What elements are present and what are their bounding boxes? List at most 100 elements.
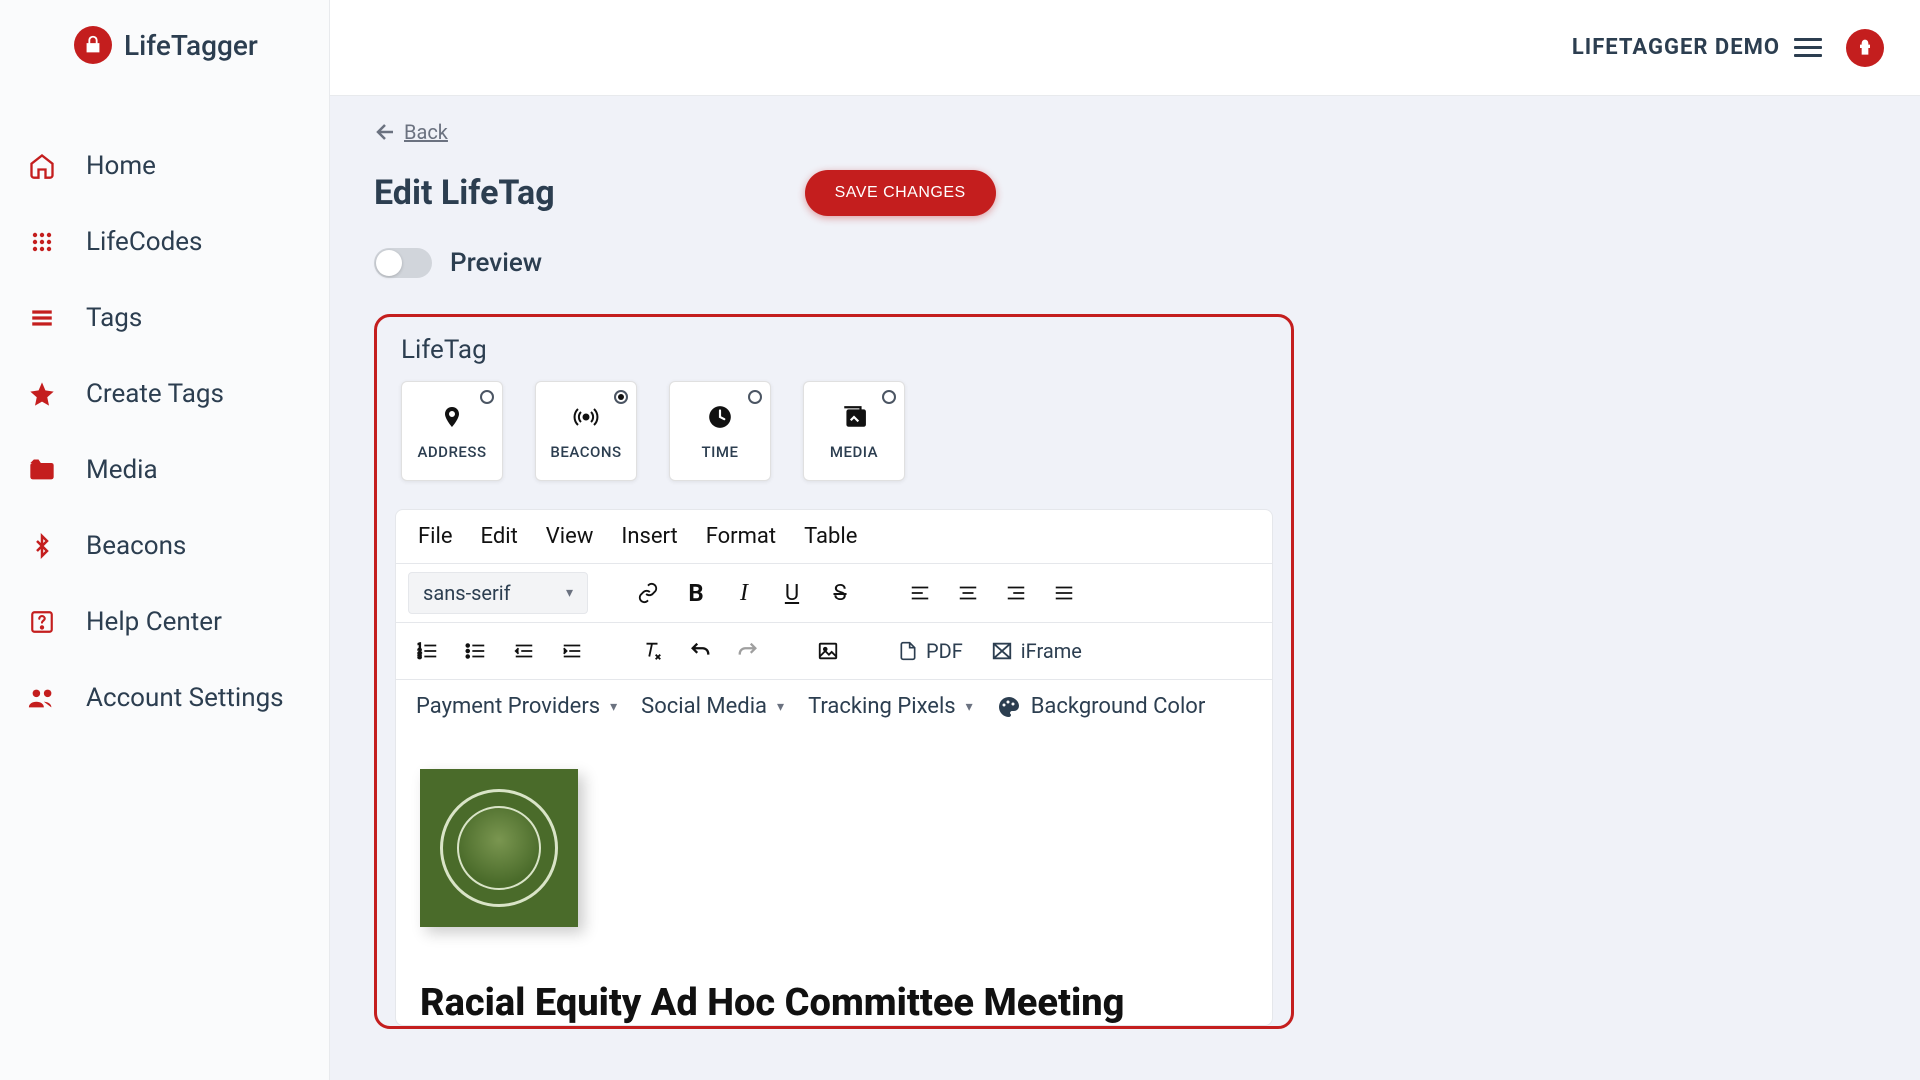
editor-toolbar-2: 123 PDF <box>396 622 1272 679</box>
seal-image <box>420 769 578 927</box>
svg-text:3: 3 <box>418 652 422 660</box>
rich-text-editor: File Edit View Insert Format Table sans-… <box>395 509 1273 1026</box>
radio-icon <box>882 390 896 404</box>
editor-menubar: File Edit View Insert Format Table <box>396 510 1272 563</box>
sidebar-item-label: Account Settings <box>86 683 284 713</box>
sidebar-item-label: Media <box>86 455 158 485</box>
menu-edit[interactable]: Edit <box>481 524 518 549</box>
sidebar-item-tags[interactable]: Tags <box>0 280 329 356</box>
bold-button[interactable]: B <box>676 573 716 613</box>
underline-button[interactable]: U <box>772 573 812 613</box>
pdf-label: PDF <box>926 639 963 663</box>
sidebar-item-label: LifeCodes <box>86 227 202 257</box>
document-heading: Racial Equity Ad Hoc Committee Meeting <box>420 981 1248 1025</box>
menu-file[interactable]: File <box>418 524 453 549</box>
tile-label: TIME <box>702 443 739 461</box>
sidebar-item-lifecodes[interactable]: LifeCodes <box>0 204 329 280</box>
indent-button[interactable] <box>552 631 592 671</box>
menu-icon[interactable] <box>1794 38 1822 57</box>
align-left-button[interactable] <box>900 573 940 613</box>
sidebar-item-media[interactable]: Media <box>0 432 329 508</box>
align-center-button[interactable] <box>948 573 988 613</box>
menu-format[interactable]: Format <box>706 524 776 549</box>
home-icon <box>26 150 58 182</box>
payment-providers-dropdown[interactable]: Payment Providers ▾ <box>408 688 625 725</box>
arrow-left-icon <box>374 120 398 144</box>
align-justify-button[interactable] <box>1044 573 1084 613</box>
unordered-list-button[interactable] <box>456 631 496 671</box>
topbar: LIFETAGGER DEMO <box>330 0 1920 96</box>
tile-group: ADDRESS BEACONS TIME <box>401 381 1273 481</box>
sidebar-item-account-settings[interactable]: Account Settings <box>0 660 329 736</box>
background-color-button[interactable]: Background Color <box>989 688 1214 725</box>
broadcast-icon <box>571 401 601 433</box>
tile-address[interactable]: ADDRESS <box>401 381 503 481</box>
sidebar-item-beacons[interactable]: Beacons <box>0 508 329 584</box>
content: Back Edit LifeTag SAVE CHANGES Preview L… <box>330 96 1920 1080</box>
bluetooth-icon <box>26 530 58 562</box>
grid-dots-icon <box>26 226 58 258</box>
social-media-dropdown[interactable]: Social Media ▾ <box>633 688 792 725</box>
back-label: Back <box>404 120 448 144</box>
align-right-button[interactable] <box>996 573 1036 613</box>
lines-icon <box>26 302 58 334</box>
radio-icon <box>748 390 762 404</box>
star-icon <box>26 378 58 410</box>
org-name: LIFETAGGER DEMO <box>1572 35 1780 60</box>
radio-icon <box>614 390 628 404</box>
menu-insert[interactable]: Insert <box>621 524 677 549</box>
sidebar-nav: Home LifeCodes Tags Create Tags Media Be… <box>0 88 329 736</box>
tile-beacons[interactable]: BEACONS <box>535 381 637 481</box>
radio-icon <box>480 390 494 404</box>
tracking-pixels-dropdown[interactable]: Tracking Pixels ▾ <box>800 688 981 725</box>
chevron-down-icon: ▾ <box>966 699 973 715</box>
brand-logo: LifeTagger <box>0 18 329 88</box>
preview-toggle[interactable] <box>374 248 432 278</box>
dropdown-label: Payment Providers <box>416 694 600 719</box>
outdent-button[interactable] <box>504 631 544 671</box>
save-button[interactable]: SAVE CHANGES <box>805 170 996 216</box>
images-icon <box>839 401 869 433</box>
editor-toolbar-3: Payment Providers ▾ Social Media ▾ Track… <box>396 679 1272 733</box>
avatar[interactable] <box>1846 29 1884 67</box>
chevron-down-icon: ▾ <box>566 585 573 601</box>
strikethrough-button[interactable]: S <box>820 573 860 613</box>
brand-name: LifeTagger <box>124 29 258 62</box>
chevron-down-icon: ▾ <box>610 699 617 715</box>
clear-format-button[interactable] <box>632 631 672 671</box>
tile-time[interactable]: TIME <box>669 381 771 481</box>
sidebar-item-label: Tags <box>86 303 142 333</box>
iframe-button[interactable]: iFrame <box>981 633 1092 669</box>
dropdown-label: Tracking Pixels <box>808 694 956 719</box>
tile-media[interactable]: MEDIA <box>803 381 905 481</box>
location-pin-icon <box>440 401 464 433</box>
sidebar-item-label: Create Tags <box>86 379 224 409</box>
sidebar-item-label: Home <box>86 151 156 181</box>
font-select[interactable]: sans-serif ▾ <box>408 572 588 614</box>
media-icon <box>26 454 58 486</box>
menu-table[interactable]: Table <box>804 524 857 549</box>
undo-button[interactable] <box>680 631 720 671</box>
iframe-icon <box>991 640 1013 662</box>
sidebar-item-help-center[interactable]: Help Center <box>0 584 329 660</box>
document-icon <box>898 639 918 663</box>
ordered-list-button[interactable]: 123 <box>408 631 448 671</box>
pdf-button[interactable]: PDF <box>888 633 973 669</box>
preview-label: Preview <box>450 248 542 278</box>
chevron-down-icon: ▾ <box>777 699 784 715</box>
dropdown-label: Background Color <box>1031 694 1206 719</box>
back-link[interactable]: Back <box>374 120 448 144</box>
link-button[interactable] <box>628 573 668 613</box>
editor-content[interactable]: Racial Equity Ad Hoc Committee Meeting <box>396 733 1272 1025</box>
tile-label: BEACONS <box>550 443 621 461</box>
image-button[interactable] <box>808 631 848 671</box>
sidebar-item-create-tags[interactable]: Create Tags <box>0 356 329 432</box>
italic-button[interactable]: I <box>724 573 764 613</box>
lifetag-panel: LifeTag ADDRESS BEACONS <box>374 314 1294 1029</box>
redo-button[interactable] <box>728 631 768 671</box>
sidebar: LifeTagger Home LifeCodes Tags Create Ta… <box>0 0 330 1080</box>
sidebar-item-home[interactable]: Home <box>0 128 329 204</box>
clock-icon <box>707 401 733 433</box>
menu-view[interactable]: View <box>546 524 594 549</box>
iframe-label: iFrame <box>1021 639 1082 663</box>
